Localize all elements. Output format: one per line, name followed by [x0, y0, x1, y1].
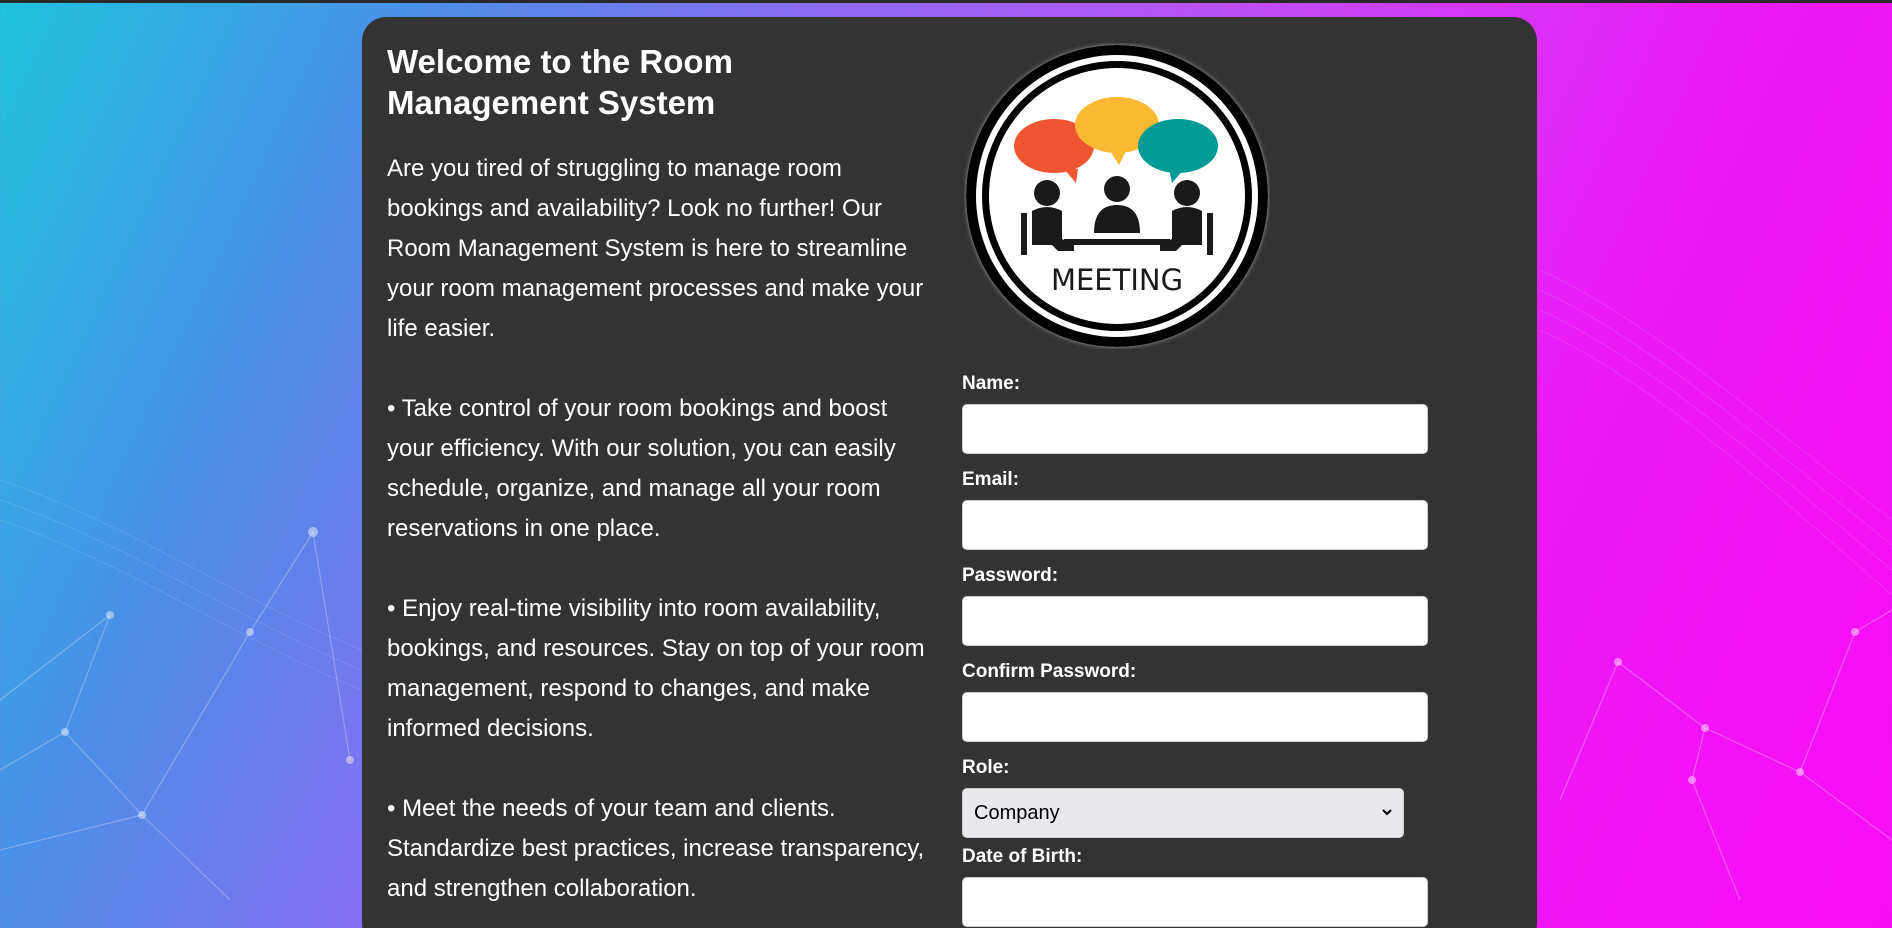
- registration-card: Welcome to the Room Management System Ar…: [362, 17, 1537, 928]
- intro-section: Welcome to the Room Management System Ar…: [387, 41, 937, 909]
- feature-bullet-visibility: • Enjoy real-time visibility into room a…: [387, 595, 925, 742]
- password-input[interactable]: [962, 596, 1428, 646]
- role-selected-value: Company: [974, 802, 1060, 824]
- date-of-birth-label: Date of Birth:: [962, 846, 1083, 867]
- email-label: Email:: [962, 469, 1020, 490]
- password-label: Password:: [962, 565, 1059, 586]
- chevron-down-icon: [1382, 809, 1392, 816]
- people-at-table-icon: [1021, 176, 1213, 255]
- name-label: Name:: [962, 373, 1021, 394]
- page-title: Welcome to the Room Management System: [387, 43, 733, 121]
- role-label: Role:: [962, 757, 1010, 778]
- confirm-password-input[interactable]: [962, 692, 1428, 742]
- name-input[interactable]: [962, 404, 1428, 454]
- meeting-logo: MEETING: [966, 45, 1268, 347]
- role-select[interactable]: Company: [962, 788, 1404, 838]
- logo-text: MEETING: [1051, 263, 1183, 297]
- feature-bullet-team: • Meet the needs of your team and client…: [387, 795, 925, 902]
- intro-paragraph: Are you tired of struggling to manage ro…: [387, 155, 924, 342]
- registration-form: Name: Email: Password: Confirm Password:…: [962, 373, 1442, 928]
- date-of-birth-input[interactable]: [962, 877, 1428, 927]
- feature-bullet-control: • Take control of your room bookings and…: [387, 395, 896, 542]
- email-input[interactable]: [962, 500, 1428, 550]
- confirm-password-label: Confirm Password:: [962, 661, 1137, 682]
